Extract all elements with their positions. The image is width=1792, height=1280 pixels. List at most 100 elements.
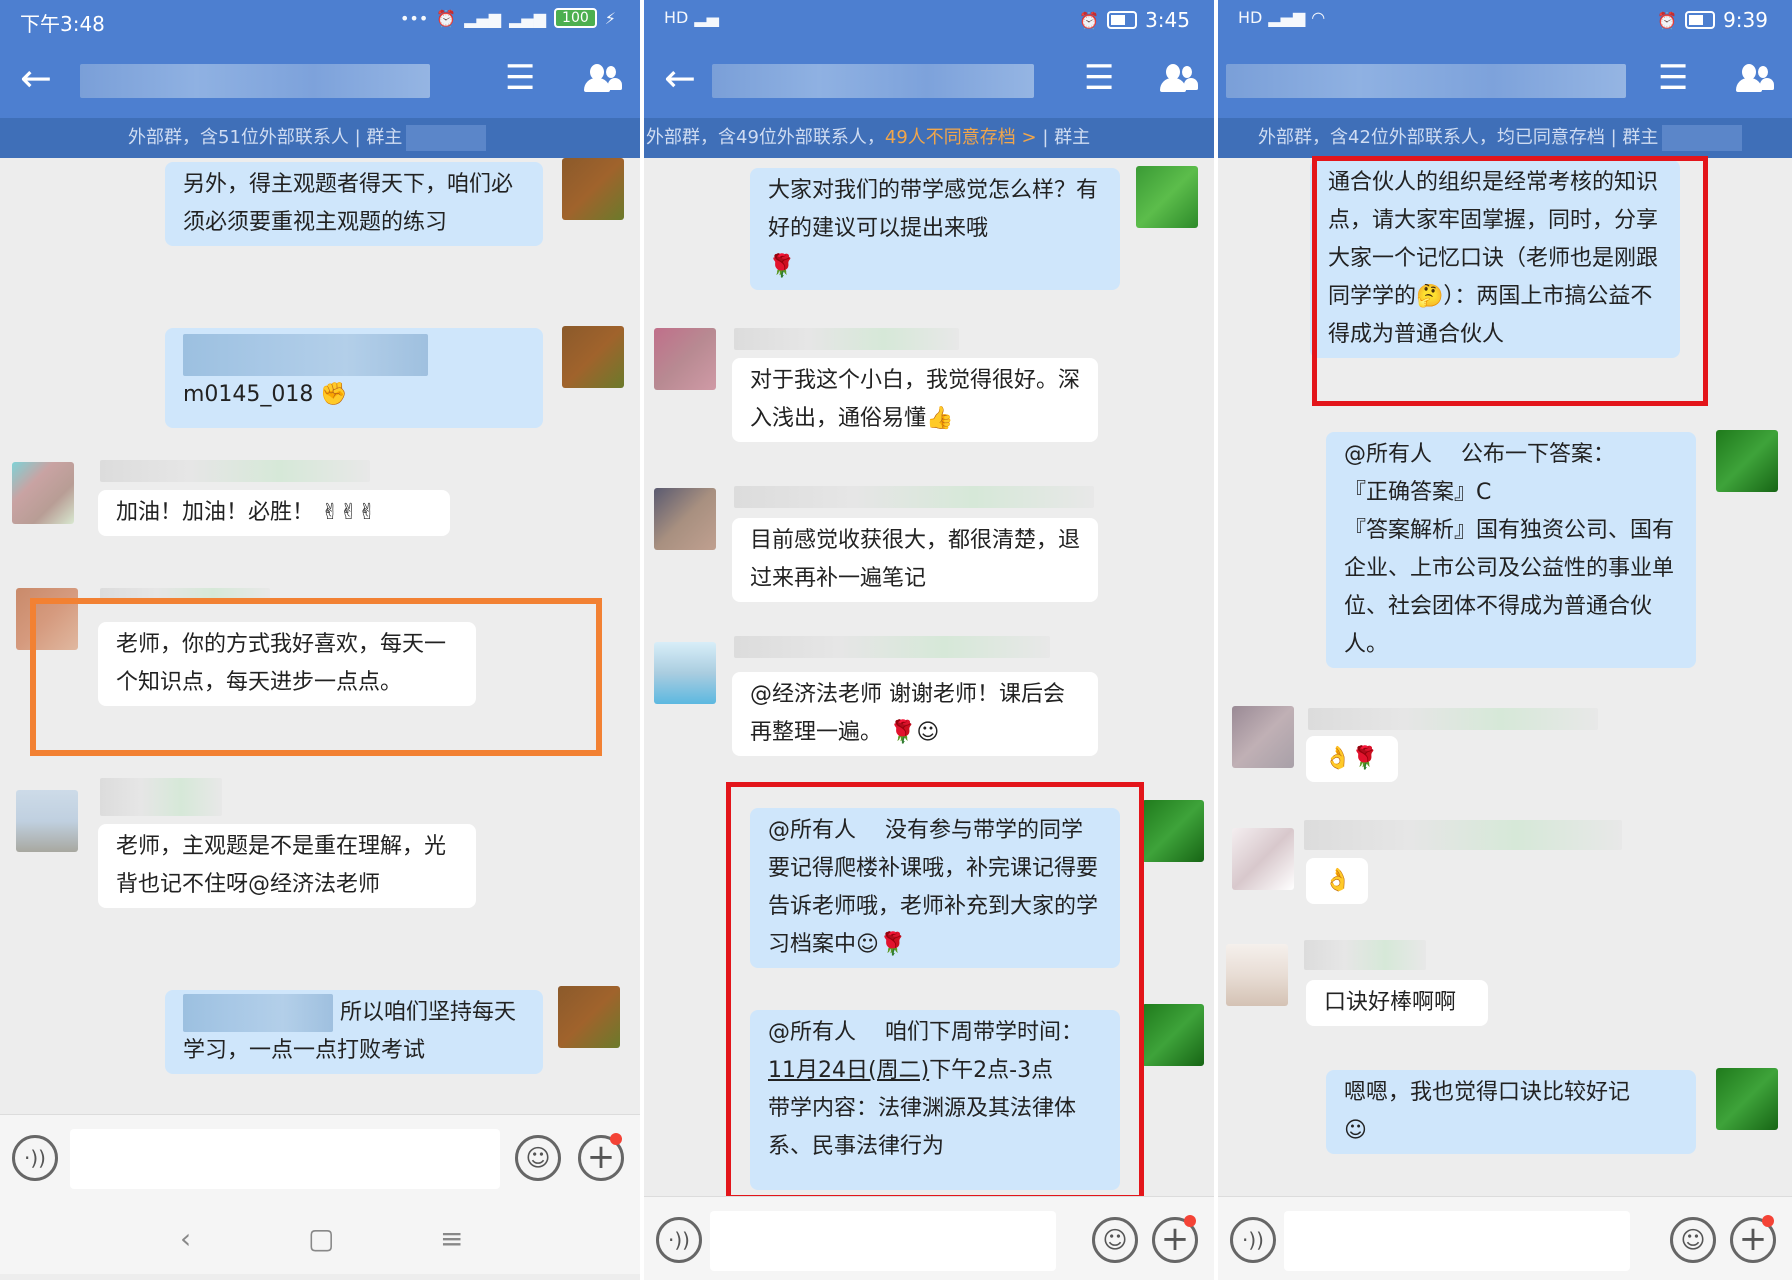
message-bubble[interactable]: 👌 [1306,858,1368,904]
victory-hands-emoji-icon: ✌✌✌ [321,500,377,525]
group-info-bar[interactable]: 外部群，含42位外部联系人，均已同意存档 | 群主 [1218,118,1792,158]
emoji-icon[interactable]: ☺ [515,1135,561,1181]
group-info-text: 外部群，含51位外部联系人 | 群主 [128,127,403,148]
more-icon: ••• [399,8,429,28]
signal-icon: ▂▄ [694,8,719,27]
avatar[interactable] [1226,944,1288,1006]
message-input[interactable] [70,1129,500,1189]
message-bubble[interactable]: 所以咱们坚持每天学习，一点一点打败考试 [165,990,543,1074]
message-text: 老师，主观题是不是重在理解，光背也记不住呀@经济法老师 [116,834,447,897]
archive-warning-link[interactable]: 49人不同意存档 > [885,127,1037,148]
status-time: 3:45 [1145,8,1190,32]
nav-bar: ← ☰ [644,40,1214,118]
notification-dot [1762,1215,1774,1227]
back-arrow-icon[interactable]: ← [664,58,704,98]
avatar[interactable] [1232,828,1294,890]
nav-home-icon[interactable]: ▢ [308,1222,334,1255]
group-info-bar[interactable]: 外部群，含49位外部联系人，49人不同意存档 > | 群主 [644,118,1214,158]
avatar[interactable] [1232,706,1294,768]
message-text: 加油！加油！必胜！ [116,500,315,525]
avatar[interactable] [654,328,716,390]
status-bar: 下午3:48 ••• ⏰ ▂▄▆ ▂▄▆ 100 ⚡ [0,0,640,40]
message-bubble[interactable]: @经济法老师 谢谢老师！课后会再整理一遍。 🌹☺ [732,672,1098,756]
group-members-icon[interactable] [582,60,622,96]
menu-icon[interactable]: ☰ [1658,60,1694,96]
avatar[interactable] [558,986,620,1048]
message-text: 『答案解析』国有独资公司、国有企业、上市公司及公益性的事业单位、社会团体不得成为… [1344,518,1675,657]
sender-name [734,636,1050,658]
message-text: 大家对我们的带学感觉怎么样？有好的建议可以提出来哦 [768,178,1099,241]
message-bubble[interactable]: m0145_018 ✊ [165,328,543,428]
group-members-icon[interactable] [1734,60,1774,96]
message-bubble[interactable]: 另外，得主观题者得天下，咱们必须必须要重视主观题的练习 [165,162,543,246]
avatar[interactable] [562,326,624,388]
ok-hand-emoji-icon: 👌 [1324,868,1352,893]
message-bubble[interactable]: 嗯嗯，我也觉得口诀比较好记 ☺ [1326,1070,1696,1154]
message-bubble[interactable]: 老师，主观题是不是重在理解，光背也记不住呀@经济法老师 [98,824,476,908]
status-bar: HD ▂▄▆ ◠ ⏰ 9:39 [1218,0,1792,40]
avatar[interactable] [1142,800,1204,862]
highlight-box [1312,156,1708,406]
message-bubble[interactable]: 加油！加油！必胜！ ✌✌✌ [98,490,450,536]
blurred-text [183,994,333,1032]
alarm-icon: ⏰ [1657,10,1678,30]
avatar[interactable] [12,462,74,524]
hd-icon: HD [1238,8,1263,27]
message-input[interactable] [710,1211,1056,1271]
back-arrow-icon[interactable]: ← [20,58,60,98]
message-bubble[interactable]: 大家对我们的带学感觉怎么样？有好的建议可以提出来哦 🌹 [750,168,1120,290]
sender-name [734,486,1094,508]
message-text: 嗯嗯，我也觉得口诀比较好记 [1344,1080,1631,1105]
avatar[interactable] [1716,430,1778,492]
menu-icon[interactable]: ☰ [1084,60,1120,96]
avatar[interactable] [562,158,624,220]
nav-back-icon[interactable]: ‹ [180,1222,191,1255]
status-time: 9:39 [1723,8,1768,32]
chat-panel-2: HD ▂▄ ⏰ 3:45 ← ☰ 外部群，含49位外部联系人，49人不同意存档 … [644,0,1214,1280]
hd-icon: HD [664,8,689,27]
message-bubble[interactable]: 目前感觉收获很大，都很清楚，退过来再补一遍笔记 [732,518,1098,602]
signal-icon: ▂▄▆ [1268,8,1306,27]
avatar[interactable] [16,790,78,852]
input-bar: ·)) ☺ + [0,1114,640,1202]
message-bubble[interactable]: @所有人 公布一下答案： 『正确答案』C 『答案解析』国有独资公司、国有企业、上… [1326,432,1696,668]
avatar[interactable] [654,488,716,550]
chat-panel-1: 下午3:48 ••• ⏰ ▂▄▆ ▂▄▆ 100 ⚡ ← ☰ 外部群，含51位外… [0,0,640,1280]
message-text: m0145_018 [183,382,314,407]
message-bubble[interactable]: 对于我这个小白，我觉得很好。深入浅出，通俗易懂👍 [732,358,1098,442]
group-info-text: 外部群，含42位外部联系人，均已同意存档 | 群主 [1258,127,1659,148]
voice-icon[interactable]: ·)) [12,1135,58,1181]
avatar[interactable] [1136,166,1198,228]
message-text: 目前感觉收获很大，都很清楚，退过来再补一遍笔记 [750,528,1081,591]
message-text: 对于我这个小白，我觉得很好。深入浅出，通俗易懂 [750,368,1081,431]
voice-icon[interactable]: ·)) [656,1217,702,1263]
message-bubble[interactable]: 👌🌹 [1306,736,1398,782]
avatar[interactable] [1142,1004,1204,1066]
avatar[interactable] [654,642,716,704]
sender-name [100,778,222,816]
emoji-icon[interactable]: ☺ [1670,1217,1716,1263]
emoji-icon[interactable]: ☺ [1092,1217,1138,1263]
group-members-icon[interactable] [1158,60,1198,96]
message-bubble[interactable]: 口诀好棒啊啊 [1306,980,1488,1026]
menu-icon[interactable]: ☰ [505,60,541,96]
group-info-bar[interactable]: 外部群，含51位外部联系人 | 群主 [0,118,640,158]
group-owner-label: | 群主 [1036,127,1091,148]
message-text: 另外，得主观题者得天下，咱们必须必须要重视主观题的练习 [183,172,514,235]
owner-name [406,125,487,151]
fist-emoji-icon: ✊ [320,382,348,407]
wifi-icon: ◠ [1311,8,1326,27]
message-input[interactable] [1284,1211,1630,1271]
input-bar: ·)) ☺ + [644,1196,1214,1280]
system-nav-bar: ‹ ▢ ≡ [0,1202,640,1274]
group-title [1226,64,1626,98]
message-text: 『正确答案』C [1344,480,1492,505]
notification-dot [1184,1215,1196,1227]
highlight-box [30,598,602,756]
voice-icon[interactable]: ·)) [1230,1217,1276,1263]
group-title [80,64,430,98]
alarm-icon: ⏰ [1079,10,1100,30]
blurred-text [183,334,428,376]
nav-menu-icon[interactable]: ≡ [440,1222,463,1255]
avatar[interactable] [1716,1068,1778,1130]
